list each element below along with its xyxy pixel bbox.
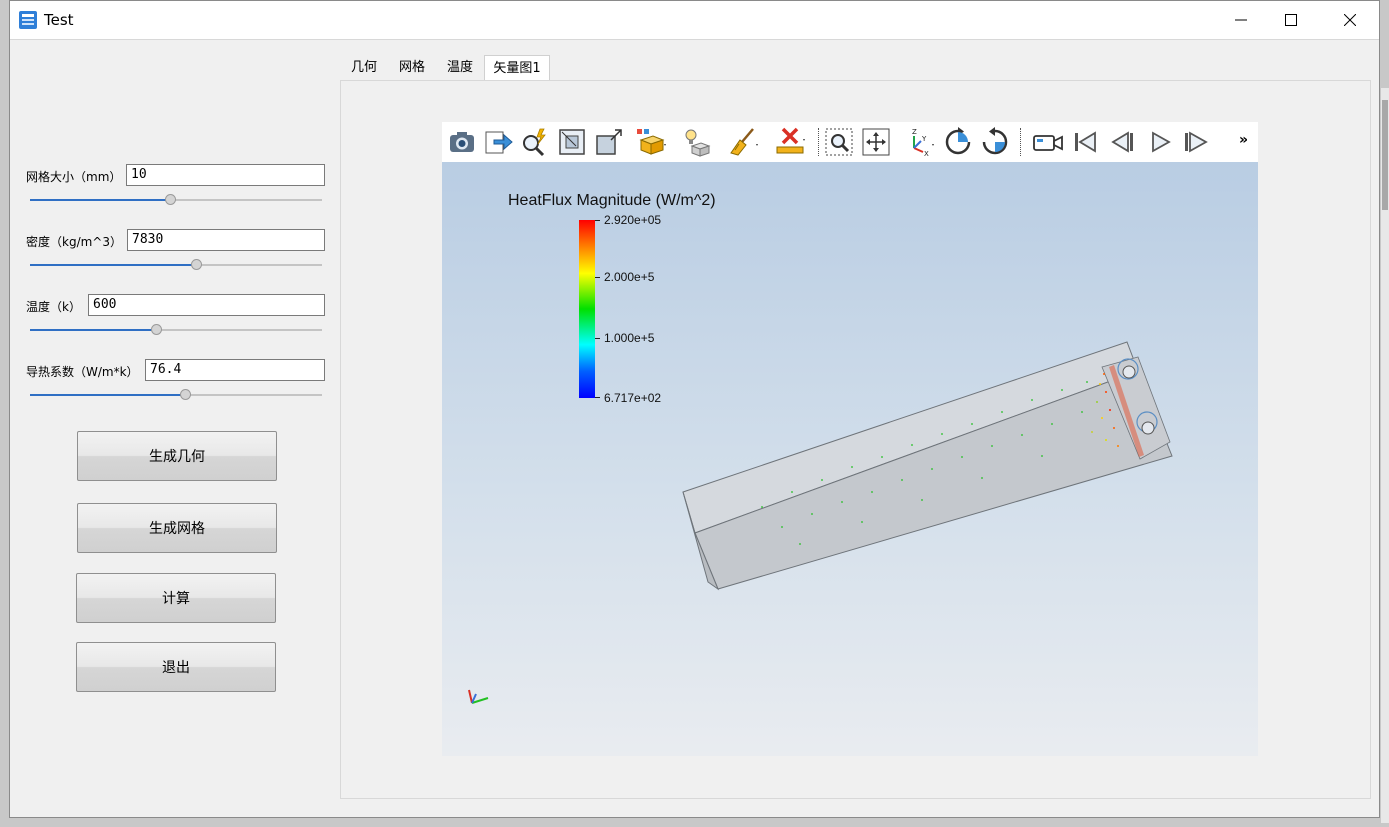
- vertical-scrollbar[interactable]: [1381, 88, 1389, 823]
- exit-button[interactable]: 退出: [76, 642, 276, 692]
- beam-model: [682, 341, 1173, 591]
- close-icon: [1344, 14, 1356, 26]
- light-icon[interactable]: [680, 126, 712, 158]
- density-input[interactable]: 7830: [127, 229, 325, 251]
- temperature-label: 温度（k）: [26, 300, 81, 314]
- toolbar-separator: [818, 128, 819, 156]
- mesh-size-input[interactable]: 10: [126, 164, 325, 186]
- tab-vector-plot[interactable]: 矢量图1: [484, 55, 550, 81]
- slider-handle[interactable]: [165, 194, 177, 205]
- model-render: [468, 341, 1173, 704]
- tab-temperature[interactable]: 温度: [436, 55, 484, 81]
- density-slider[interactable]: [30, 258, 322, 272]
- conductivity-input[interactable]: 76.4: [145, 359, 325, 381]
- toolbar-separator: [1020, 128, 1021, 156]
- close-button[interactable]: [1321, 1, 1379, 39]
- orientation-axes: [468, 689, 489, 704]
- axes-orientation-icon[interactable]: ZYX: [904, 126, 936, 158]
- next-frame-icon[interactable]: [1180, 126, 1212, 158]
- density-label: 密度（kg/m^3）: [26, 235, 122, 249]
- conductivity-slider[interactable]: [30, 388, 322, 402]
- resize-icon[interactable]: [593, 126, 625, 158]
- tab-geometry[interactable]: 几何: [340, 55, 388, 81]
- compute-button[interactable]: 计算: [76, 573, 276, 623]
- mesh-size-label: 网格大小（mm）: [26, 170, 122, 184]
- slider-handle[interactable]: [179, 389, 191, 400]
- window-title: Test: [44, 11, 74, 29]
- svg-text:Y: Y: [921, 135, 927, 143]
- render-view: ZYX » HeatFlux Magnitude (W/m^2) 2.920e+…: [442, 122, 1258, 756]
- camera-icon[interactable]: [446, 126, 478, 158]
- zoom-selection-icon[interactable]: [823, 126, 855, 158]
- slider-handle[interactable]: [191, 259, 203, 270]
- rotate-cw-icon[interactable]: [942, 126, 974, 158]
- temperature-input[interactable]: 600: [88, 294, 325, 316]
- title-bar[interactable]: Test: [10, 1, 1379, 40]
- maximize-button[interactable]: [1262, 1, 1320, 39]
- temperature-slider[interactable]: [30, 323, 322, 337]
- conductivity-label: 导热系数（W/m*k）: [26, 365, 139, 379]
- camera-video-icon[interactable]: [1032, 126, 1064, 158]
- 3d-viewport[interactable]: HeatFlux Magnitude (W/m^2) 2.920e+05 2.0…: [442, 162, 1258, 756]
- svg-text:X: X: [924, 150, 929, 158]
- app-icon: [19, 11, 37, 29]
- minimize-icon: [1235, 19, 1247, 21]
- remove-icon[interactable]: [774, 126, 806, 158]
- clear-icon[interactable]: [727, 126, 759, 158]
- viewer-toolbar: ZYX »: [442, 122, 1258, 162]
- zoom-box-icon[interactable]: [556, 126, 588, 158]
- rotate-ccw-icon[interactable]: [979, 126, 1011, 158]
- toolbar-overflow-button[interactable]: »: [1239, 132, 1248, 148]
- fit-view-icon[interactable]: [860, 126, 892, 158]
- play-icon[interactable]: [1144, 126, 1176, 158]
- export-icon[interactable]: [482, 126, 514, 158]
- slider-handle[interactable]: [150, 324, 162, 335]
- parameter-panel: 网格大小（mm） 10 密度（kg/m^3） 7830 温度（k） 600 导热…: [10, 39, 340, 817]
- generate-geometry-button[interactable]: 生成几何: [77, 431, 277, 481]
- generate-mesh-button[interactable]: 生成网格: [77, 503, 277, 553]
- previous-frame-icon[interactable]: [1106, 126, 1138, 158]
- zoom-magic-icon[interactable]: [518, 126, 550, 158]
- scrollbar-thumb[interactable]: [1382, 100, 1388, 210]
- svg-text:Z: Z: [912, 128, 917, 136]
- maximize-icon: [1285, 14, 1297, 26]
- mesh-size-slider[interactable]: [30, 193, 322, 207]
- app-window: Test 网格大小（mm） 10 密度（kg/m^3） 7830 温度（k） 6…: [9, 0, 1380, 818]
- box-select-icon[interactable]: [635, 126, 667, 158]
- tab-mesh[interactable]: 网格: [388, 55, 436, 81]
- first-frame-icon[interactable]: [1069, 126, 1101, 158]
